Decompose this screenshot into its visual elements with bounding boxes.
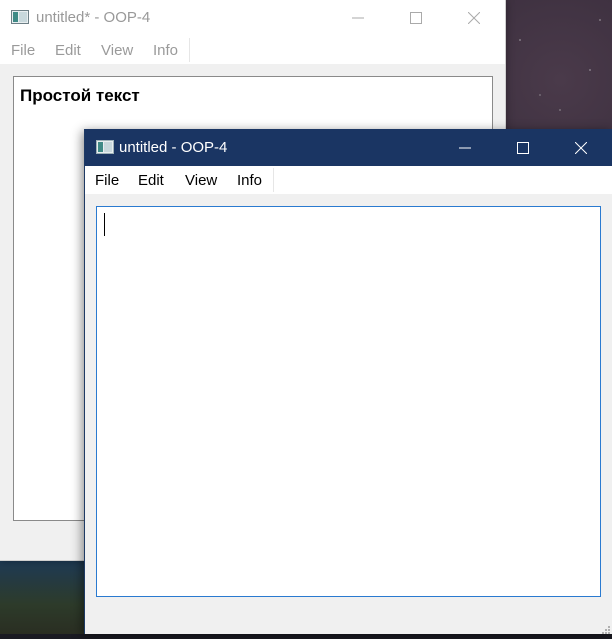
close-icon xyxy=(468,12,480,24)
minimize-icon xyxy=(459,147,471,148)
back-close-button[interactable] xyxy=(445,0,503,36)
menu-file[interactable]: File xyxy=(11,42,35,59)
minimize-icon xyxy=(352,17,364,19)
menu-info[interactable]: Info xyxy=(153,42,178,59)
maximize-icon xyxy=(410,12,422,24)
menu-divider xyxy=(273,168,274,192)
front-window-titlebar[interactable]: untitled - OOP-4 xyxy=(85,129,612,166)
front-maximize-button[interactable] xyxy=(494,129,552,166)
front-close-button[interactable] xyxy=(552,129,610,166)
menu-view[interactable]: View xyxy=(185,172,217,189)
app-icon xyxy=(96,140,114,159)
back-text-content: Простой текст xyxy=(20,86,140,105)
menu-edit[interactable]: Edit xyxy=(138,172,164,189)
menu-divider xyxy=(189,38,190,62)
front-window[interactable]: untitled - OOP-4 File Edit View Info xyxy=(84,129,612,634)
back-minimize-button[interactable] xyxy=(329,0,387,36)
close-icon xyxy=(575,141,587,154)
back-window-title: untitled* - OOP-4 xyxy=(36,9,151,26)
text-caret xyxy=(104,213,105,236)
menu-info[interactable]: Info xyxy=(237,172,262,189)
app-icon xyxy=(11,10,29,29)
front-text-area[interactable] xyxy=(96,206,601,597)
menu-file[interactable]: File xyxy=(95,172,119,189)
menu-view[interactable]: View xyxy=(101,42,133,59)
front-window-title: untitled - OOP-4 xyxy=(119,139,228,156)
front-minimize-button[interactable] xyxy=(436,129,494,166)
back-window-titlebar[interactable]: untitled* - OOP-4 xyxy=(0,0,505,36)
maximize-icon xyxy=(517,141,529,154)
menu-edit[interactable]: Edit xyxy=(55,42,81,59)
back-maximize-button[interactable] xyxy=(387,0,445,36)
desktop-wallpaper-corner xyxy=(0,560,90,634)
size-grip-icon[interactable] xyxy=(600,621,610,634)
back-window-menubar: File Edit View Info xyxy=(0,36,505,64)
front-window-menubar: File Edit View Info xyxy=(85,166,612,194)
